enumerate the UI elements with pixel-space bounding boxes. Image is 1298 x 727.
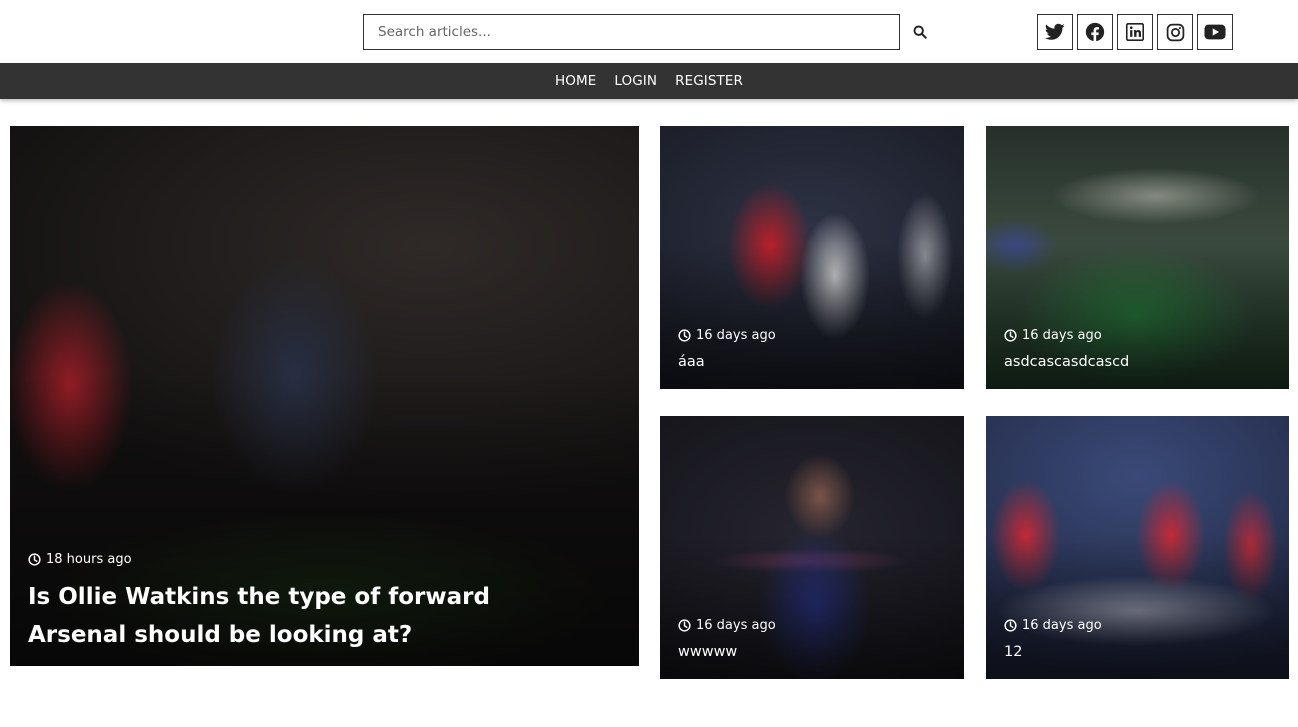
nav-home[interactable]: HOME [555,73,596,89]
search-button[interactable] [908,22,932,42]
linkedin-icon [1126,23,1144,41]
clock-icon [678,619,691,632]
twitter-icon [1045,23,1065,40]
search-input[interactable] [364,15,899,49]
clock-icon [1004,619,1017,632]
article-time: 16 days ago [1022,618,1102,633]
top-bar [0,0,1298,63]
featured-article-title[interactable]: Is Ollie Watkins the type of forward Ars… [28,578,588,654]
article-card[interactable]: 16 days ago áaa [660,126,964,389]
article-time: 16 days ago [1022,328,1102,343]
twitter-link[interactable] [1037,14,1073,50]
article-time: 16 days ago [696,618,776,633]
article-card[interactable]: 16 days ago 12 [986,416,1289,679]
instagram-link[interactable] [1157,14,1193,50]
article-card[interactable]: 16 days ago wwwww [660,416,964,679]
clock-icon [1004,329,1017,342]
search-icon [913,25,927,39]
article-time: 16 days ago [696,328,776,343]
featured-article-meta: 18 hours ago [28,552,132,567]
article-title[interactable]: asdcascasdcascd [1004,354,1129,370]
clock-icon [28,553,41,566]
article-overlay [986,126,1289,389]
article-title[interactable]: 12 [1004,644,1022,660]
search-box[interactable] [363,14,900,50]
article-title[interactable]: áaa [678,354,705,370]
linkedin-link[interactable] [1117,14,1153,50]
facebook-icon [1085,22,1105,42]
facebook-link[interactable] [1077,14,1113,50]
article-overlay [986,416,1289,679]
article-meta: 16 days ago [678,618,776,633]
main-navbar: HOME LOGIN REGISTER [0,63,1298,99]
article-card[interactable]: 16 days ago asdcascasdcascd [986,126,1289,389]
featured-article-card[interactable]: 18 hours ago Is Ollie Watkins the type o… [10,126,639,666]
featured-article-time: 18 hours ago [46,552,132,567]
clock-icon [678,329,691,342]
instagram-icon [1166,23,1184,41]
article-title[interactable]: wwwww [678,644,737,660]
article-overlay [660,126,964,389]
youtube-icon [1204,24,1226,40]
nav-register[interactable]: REGISTER [675,73,743,89]
article-meta: 16 days ago [1004,618,1102,633]
article-meta: 16 days ago [1004,328,1102,343]
youtube-link[interactable] [1197,14,1233,50]
article-overlay [660,416,964,679]
article-meta: 16 days ago [678,328,776,343]
nav-login[interactable]: LOGIN [614,73,657,89]
